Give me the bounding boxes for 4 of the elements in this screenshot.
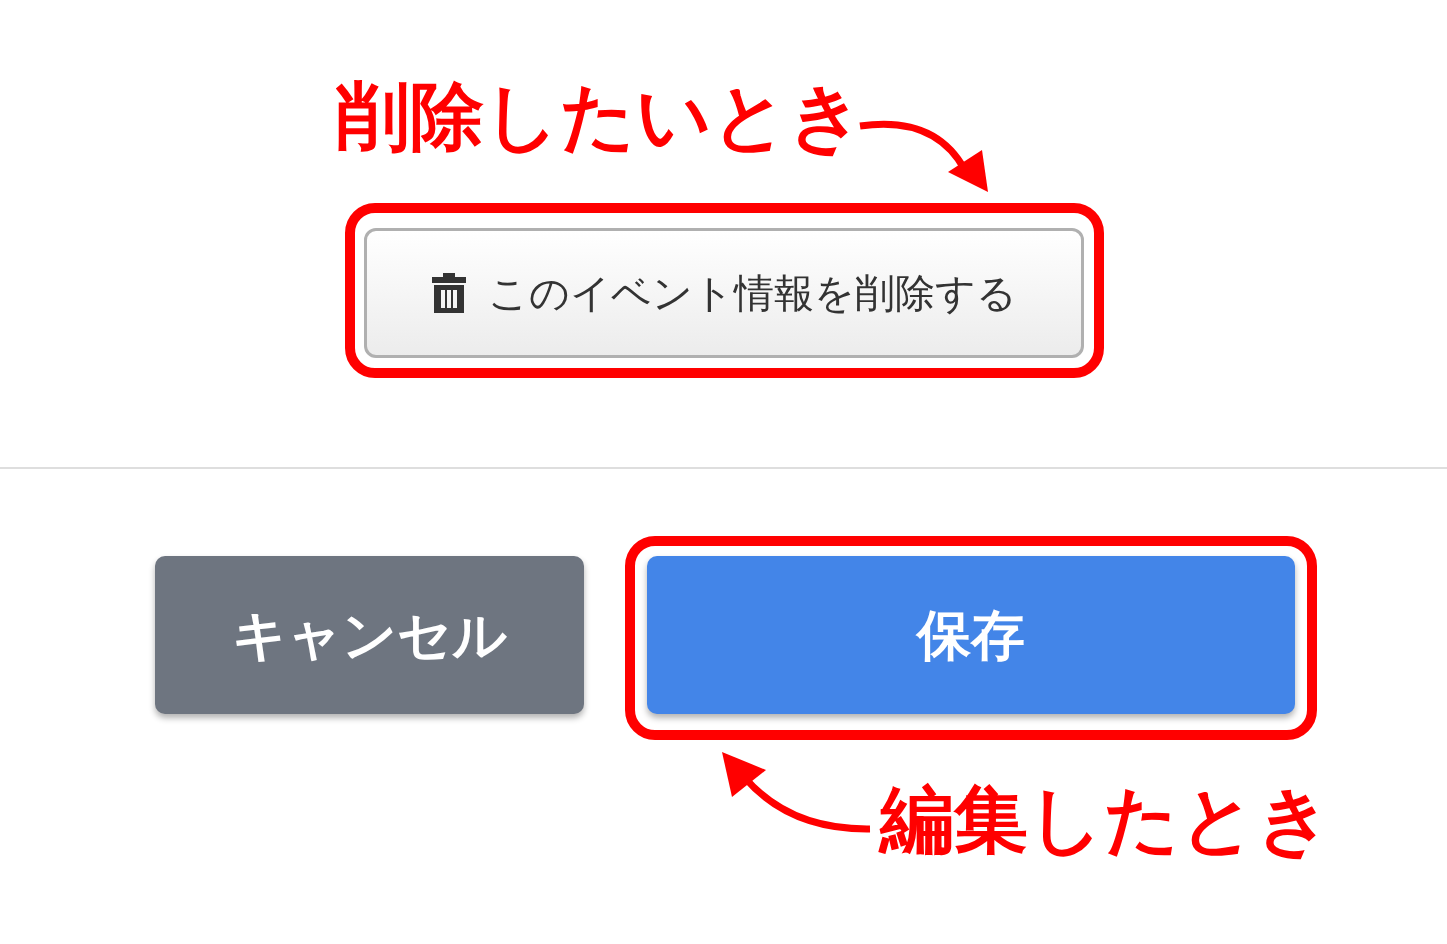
save-button[interactable]: 保存 [646, 556, 1295, 714]
cancel-button[interactable]: キャンセル [154, 556, 584, 714]
delete-button[interactable]: このイベント情報を削除する [363, 228, 1084, 358]
trash-icon [430, 271, 468, 315]
